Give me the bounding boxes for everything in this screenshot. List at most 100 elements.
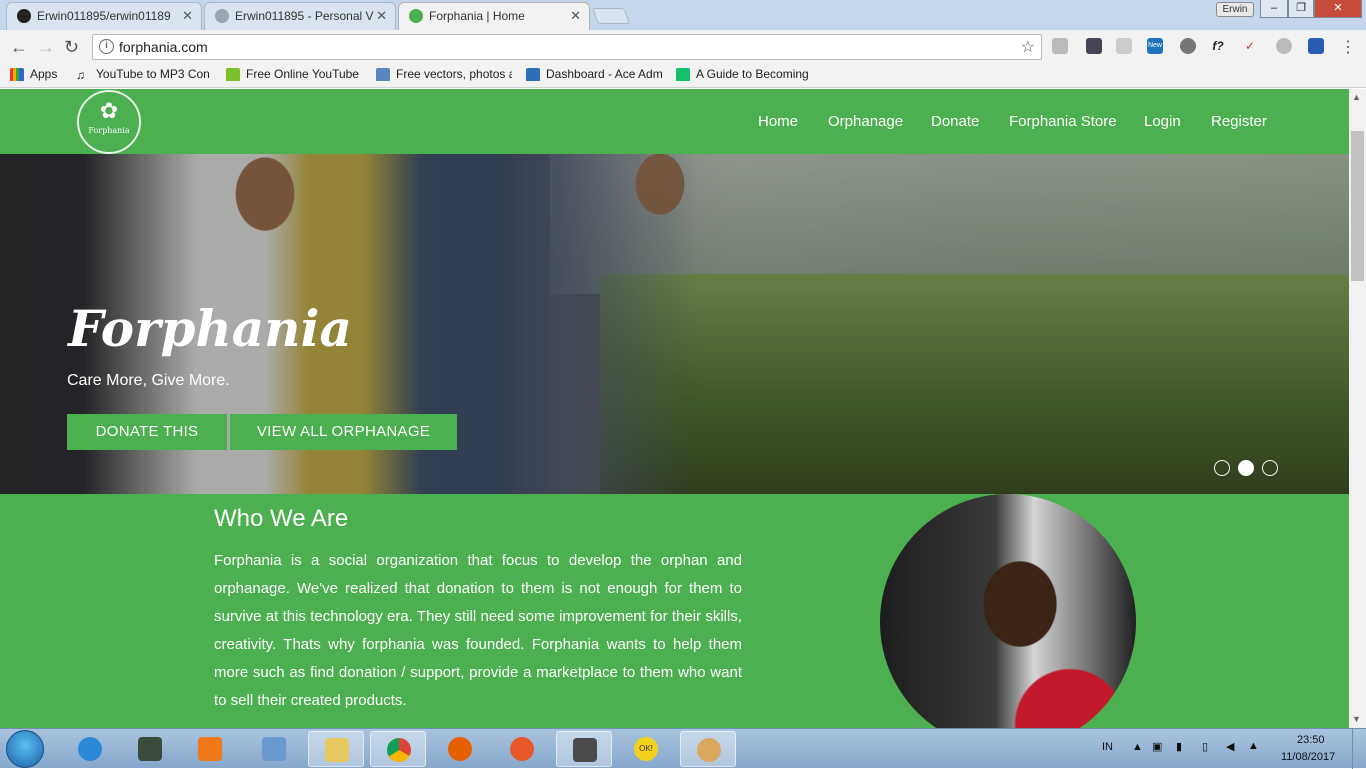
folder-icon [325,738,349,762]
taskbar-paint[interactable] [680,731,736,767]
eyedropper-extension-icon[interactable] [1086,38,1102,54]
network-icon[interactable]: ▣ [1152,740,1162,753]
rocket-icon [510,737,534,761]
drive-sync-icon[interactable]: ▲ [1248,740,1259,752]
tab-title: Forphania | Home [429,9,525,23]
carousel-dot-active[interactable] [1238,460,1254,476]
menu-icon[interactable]: ⋮ [1340,37,1356,57]
browser-tab[interactable]: Erwin011895/erwin01189 ✕ [6,2,202,30]
monitor-icon [138,737,162,761]
bookmark-label: YouTube to MP3 Con [96,67,210,81]
pocket-extension-icon[interactable]: ✓ [1242,38,1258,54]
taskbar-ie[interactable] [62,731,118,767]
taskbar-chrome[interactable] [370,731,426,767]
tab-title: Erwin011895 - Personal V [235,9,374,23]
nav-orphanage[interactable]: Orphanage [828,113,903,130]
forphania-logo[interactable]: ✿ Forphania [77,90,141,154]
show-desktop-button[interactable] [1352,729,1366,769]
scroll-up-icon[interactable]: ▲ [1352,92,1361,102]
font-extension-icon[interactable]: f? [1210,38,1226,54]
info-icon[interactable]: i [99,39,114,54]
close-tab-icon[interactable]: ✕ [182,8,193,24]
taskbar-firefox[interactable] [432,731,488,767]
profile-button[interactable]: Erwin [1216,2,1254,17]
hero-carousel: Forphania Care More, Give More. DONATE T… [0,154,1349,494]
bookmark-item[interactable]: Dashboard - Ace Adm [526,67,662,81]
bookmark-item[interactable]: A Guide to Becoming [676,67,812,81]
apps-grid-icon [10,68,24,81]
about-heading: Who We Are [214,505,349,532]
taskbar-control-panel[interactable] [246,731,302,767]
bookmark-item[interactable]: Free Online YouTube [226,67,360,81]
firefox-icon [448,737,472,761]
bookmark-label: Free Online YouTube [246,67,359,81]
hero-subtitle: Care More, Give More. [67,372,230,389]
page-viewport: ✿ Forphania Home Orphanage Donate Forpha… [0,89,1349,728]
browser-tab-strip: Erwin011895/erwin01189 ✕ Erwin011895 - P… [0,0,1366,31]
page-scrollbar[interactable]: ▲ ▼ [1349,89,1366,728]
taskbar-sublime[interactable] [556,731,612,767]
address-text: forphania.com [119,39,208,55]
bookmark-item[interactable]: Free vectors, photos a [376,67,512,81]
minimize-button[interactable]: – [1260,0,1288,18]
sublime-text-icon [573,738,597,762]
circle-extension-icon[interactable] [1276,38,1292,54]
bookmark-label: Free vectors, photos a [396,67,512,81]
nav-register[interactable]: Register [1211,113,1267,130]
show-hidden-icons[interactable]: ▲ [1132,741,1143,753]
volume-icon[interactable]: ◀ [1226,740,1234,753]
gear-extension-icon[interactable] [1180,38,1196,54]
maximize-button[interactable]: ❐ [1288,0,1314,18]
nav-login[interactable]: Login [1144,113,1181,130]
bookmark-star-icon[interactable]: ☆ [1021,37,1035,57]
chrome-icon [387,738,411,762]
taskbar-sticker-app[interactable]: OK! [618,731,674,767]
taskbar-app[interactable] [494,731,550,767]
forward-arrow-icon[interactable]: → [37,37,55,58]
reload-icon[interactable]: ↻ [64,37,79,58]
signal-icon[interactable]: ▮ [1176,740,1182,753]
new-tab-button[interactable] [592,8,630,24]
media-player-icon [198,737,222,761]
bookmark-item[interactable]: ♫ YouTube to MP3 Con [76,67,210,81]
bookmark-apps[interactable]: Apps [10,67,76,81]
browser-tab[interactable]: Erwin011895 - Personal V ✕ [204,2,396,30]
nav-forphania-store[interactable]: Forphania Store [1009,113,1117,130]
view-all-orphanage-button[interactable]: VIEW ALL ORPHANAGE [230,414,457,450]
hero-title: Forphania [68,299,352,358]
forphania-favicon-icon [409,9,423,23]
clock-time[interactable]: 23:50 [1297,734,1325,746]
close-tab-icon[interactable]: ✕ [570,8,581,24]
taskbar-task-manager[interactable] [122,731,178,767]
nav-donate[interactable]: Donate [931,113,979,130]
music-note-icon: ♫ [76,68,85,81]
scroll-down-icon[interactable]: ▼ [1352,714,1361,724]
carousel-dot[interactable] [1214,460,1230,476]
cloud-extension-icon[interactable] [1052,38,1068,54]
taskbar-media-player[interactable] [182,731,238,767]
carousel-dot[interactable] [1262,460,1278,476]
battery-icon[interactable]: ▯ [1202,740,1208,753]
back-arrow-icon[interactable]: ← [10,37,28,58]
tab-title: Erwin011895/erwin01189 [37,9,171,23]
donate-button[interactable]: DONATE THIS [67,414,227,450]
language-indicator[interactable]: IN [1102,741,1113,753]
browser-tab-active[interactable]: Forphania | Home ✕ [398,2,590,31]
new-extension-icon[interactable]: New [1147,38,1163,54]
start-button[interactable] [6,730,44,768]
close-window-button[interactable]: ✕ [1314,0,1362,18]
close-tab-icon[interactable]: ✕ [376,8,387,24]
palette-icon [697,738,721,762]
logo-text: Forphania [88,126,130,135]
nav-home[interactable]: Home [758,113,798,130]
address-bar[interactable]: i forphania.com ☆ [92,34,1042,60]
clock-date[interactable]: 11/08/2017 [1281,751,1335,763]
flag-extension-icon[interactable] [1308,38,1324,54]
about-child-photo [880,494,1136,728]
scrollbar-thumb[interactable] [1351,131,1364,281]
dashboard-icon [526,68,540,81]
github-icon [17,9,31,23]
freepik-icon [376,68,390,81]
moon-extension-icon[interactable] [1116,38,1132,54]
taskbar-explorer[interactable] [308,731,364,767]
